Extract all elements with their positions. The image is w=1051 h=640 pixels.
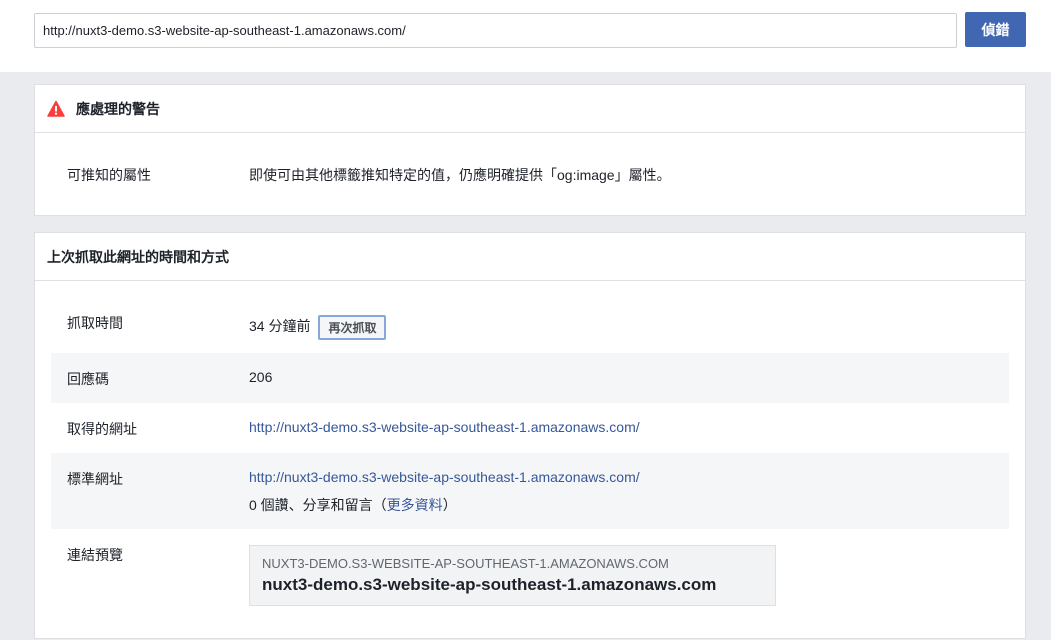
warning-row-inferred-property: 可推知的屬性 即使可由其他標籤推知特定的值，仍應明確提供「og:image」屬性… (51, 165, 1009, 185)
fetch-time-value-wrap: 34 分鐘前 再次抓取 (249, 315, 387, 340)
warning-icon (47, 100, 65, 117)
fetch-time-row: 抓取時間 34 分鐘前 再次抓取 (51, 313, 1009, 343)
engagement-count: 0 個讚、分享和留言（ (249, 497, 387, 513)
link-preview-label: 連結預覽 (67, 547, 123, 563)
fetched-url-link[interactable]: http://nuxt3-demo.s3-website-ap-southeas… (249, 419, 640, 435)
response-code-label: 回應碼 (67, 371, 109, 387)
top-bar: 偵錯 (0, 0, 1051, 72)
warnings-title: 應處理的警告 (76, 100, 160, 117)
refetch-button[interactable]: 再次抓取 (318, 315, 387, 340)
engagement-text: 0 個讚、分享和留言（更多資料） (249, 495, 457, 515)
fetch-info-header: 上次抓取此網址的時間和方式 (35, 233, 1025, 281)
fetch-info-title: 上次抓取此網址的時間和方式 (47, 248, 229, 265)
more-info-link[interactable]: 更多資料 (387, 497, 443, 513)
response-code-value: 206 (249, 369, 273, 385)
fetched-url-row: 取得的網址 http://nuxt3-demo.s3-website-ap-so… (51, 419, 1009, 439)
fetched-url-label: 取得的網址 (67, 421, 137, 437)
link-preview-card[interactable]: NUXT3-DEMO.S3-WEBSITE-AP-SOUTHEAST-1.AMA… (249, 545, 776, 606)
preview-title: nuxt3-demo.s3-website-ap-southeast-1.ama… (262, 575, 717, 594)
warning-text: 即使可由其他標籤推知特定的值，仍應明確提供「og:image」屬性。 (249, 167, 671, 183)
fetch-time-label: 抓取時間 (67, 315, 123, 331)
engagement-suffix: ） (442, 497, 457, 513)
debug-button[interactable]: 偵錯 (965, 12, 1026, 47)
response-code-row: 回應碼 206 (51, 353, 1009, 403)
canonical-url-label: 標準網址 (67, 471, 123, 487)
preview-domain: NUXT3-DEMO.S3-WEBSITE-AP-SOUTHEAST-1.AMA… (262, 556, 669, 571)
fetch-info-panel: 上次抓取此網址的時間和方式 抓取時間 34 分鐘前 再次抓取 回應碼 206 取得… (34, 232, 1026, 639)
fetch-time-value: 34 分鐘前 (249, 318, 311, 335)
link-preview-row: 連結預覽 NUXT3-DEMO.S3-WEBSITE-AP-SOUTHEAST-… (51, 545, 1009, 607)
warnings-header: 應處理的警告 (35, 85, 1025, 133)
canonical-url-link[interactable]: http://nuxt3-demo.s3-website-ap-southeas… (249, 469, 640, 485)
url-input[interactable] (34, 13, 957, 48)
warnings-panel: 應處理的警告 可推知的屬性 即使可由其他標籤推知特定的值，仍應明確提供「og:i… (34, 84, 1026, 216)
warning-label: 可推知的屬性 (67, 167, 151, 183)
canonical-url-row: 標準網址 http://nuxt3-demo.s3-website-ap-sou… (51, 453, 1009, 529)
